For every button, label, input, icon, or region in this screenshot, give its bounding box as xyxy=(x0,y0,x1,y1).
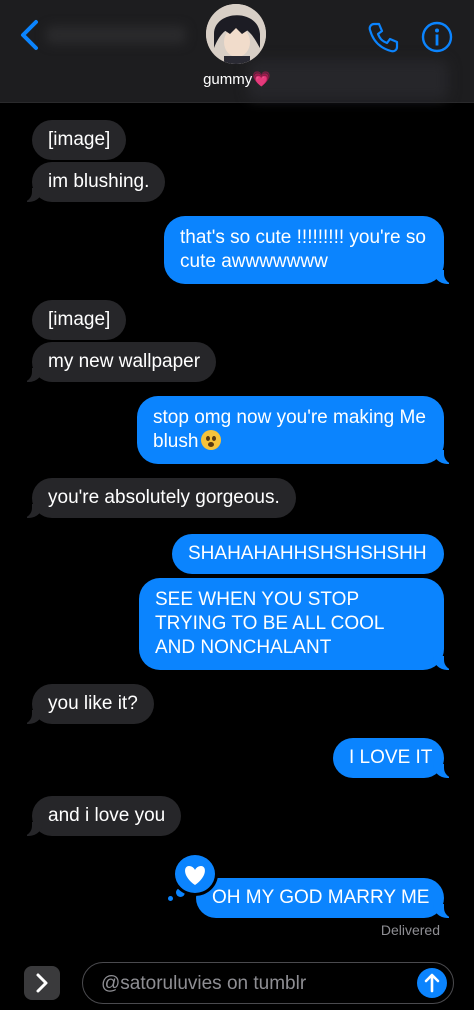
message-text: [image] xyxy=(48,309,111,330)
chevron-right-icon xyxy=(36,973,48,993)
arrow-up-icon xyxy=(424,973,440,993)
message-bubble-outgoing[interactable]: I LOVE IT xyxy=(333,738,454,778)
heart-icon xyxy=(185,866,205,885)
message-bubble-incoming[interactable]: you're absolutely gorgeous. xyxy=(22,478,296,518)
message-bubble-incoming[interactable]: and i love you xyxy=(21,796,182,836)
message-text: SEE WHEN YOU STOP TRYING TO BE ALL COOL … xyxy=(155,589,384,658)
tapback-badge[interactable] xyxy=(172,852,218,896)
message-bubble-outgoing[interactable]: stop omg now you're making Me blush xyxy=(137,396,454,464)
message-bubble-incoming[interactable]: [image] xyxy=(32,120,127,160)
conversation-header: gummy💗 xyxy=(0,0,474,103)
chevron-left-icon[interactable] xyxy=(16,18,46,52)
avatar[interactable] xyxy=(206,4,266,64)
message-text: OH MY GOD MARRY ME xyxy=(212,887,430,908)
message-text: I LOVE IT xyxy=(349,747,433,768)
contact-name[interactable]: gummy💗 xyxy=(0,70,474,88)
message-text: you're absolutely gorgeous. xyxy=(48,487,280,508)
message-bubble-incoming[interactable]: im blushing. xyxy=(21,162,166,202)
message-text: that's so cute !!!!!!!!! you're so cute … xyxy=(180,227,426,272)
message-bubble-outgoing[interactable]: SHAHAHAHHSHSHSHSHH xyxy=(172,534,444,574)
message-text: SHAHAHAHHSHSHSHSHH xyxy=(188,543,427,564)
tapback-tail xyxy=(168,896,173,901)
phone-icon[interactable] xyxy=(366,20,400,54)
avatar-image xyxy=(206,4,266,64)
message-bubble-incoming[interactable]: you like it? xyxy=(22,684,154,724)
message-text: my new wallpaper xyxy=(48,351,201,372)
info-icon[interactable] xyxy=(420,20,454,54)
message-text: stop omg now you're making Me blush xyxy=(153,407,426,452)
flushed-face-icon xyxy=(201,430,222,450)
message-text: and i love you xyxy=(48,805,166,826)
message-bubble-outgoing[interactable]: OH MY GOD MARRY ME xyxy=(196,878,454,918)
send-button[interactable] xyxy=(417,968,447,998)
message-text: [image] xyxy=(48,129,111,150)
message-bubble-incoming[interactable]: my new wallpaper xyxy=(21,342,217,382)
message-input-text: @satoruluvies on tumblr xyxy=(101,973,307,994)
message-input[interactable]: @satoruluvies on tumblr xyxy=(82,962,454,1004)
delivered-status: Delivered xyxy=(380,922,440,938)
contact-name-text: gummy xyxy=(203,71,253,88)
pink-heart-emoji: 💗 xyxy=(252,71,271,88)
message-bubble-outgoing[interactable]: SEE WHEN YOU STOP TRYING TO BE ALL COOL … xyxy=(139,578,454,670)
app-drawer-button[interactable] xyxy=(24,966,60,1000)
message-text: im blushing. xyxy=(48,171,150,192)
message-text: you like it? xyxy=(48,693,138,714)
blurred-unread-count xyxy=(46,26,186,44)
message-bubble-outgoing[interactable]: that's so cute !!!!!!!!! you're so cute … xyxy=(164,216,454,284)
message-bubble-incoming[interactable]: [image] xyxy=(32,300,127,340)
